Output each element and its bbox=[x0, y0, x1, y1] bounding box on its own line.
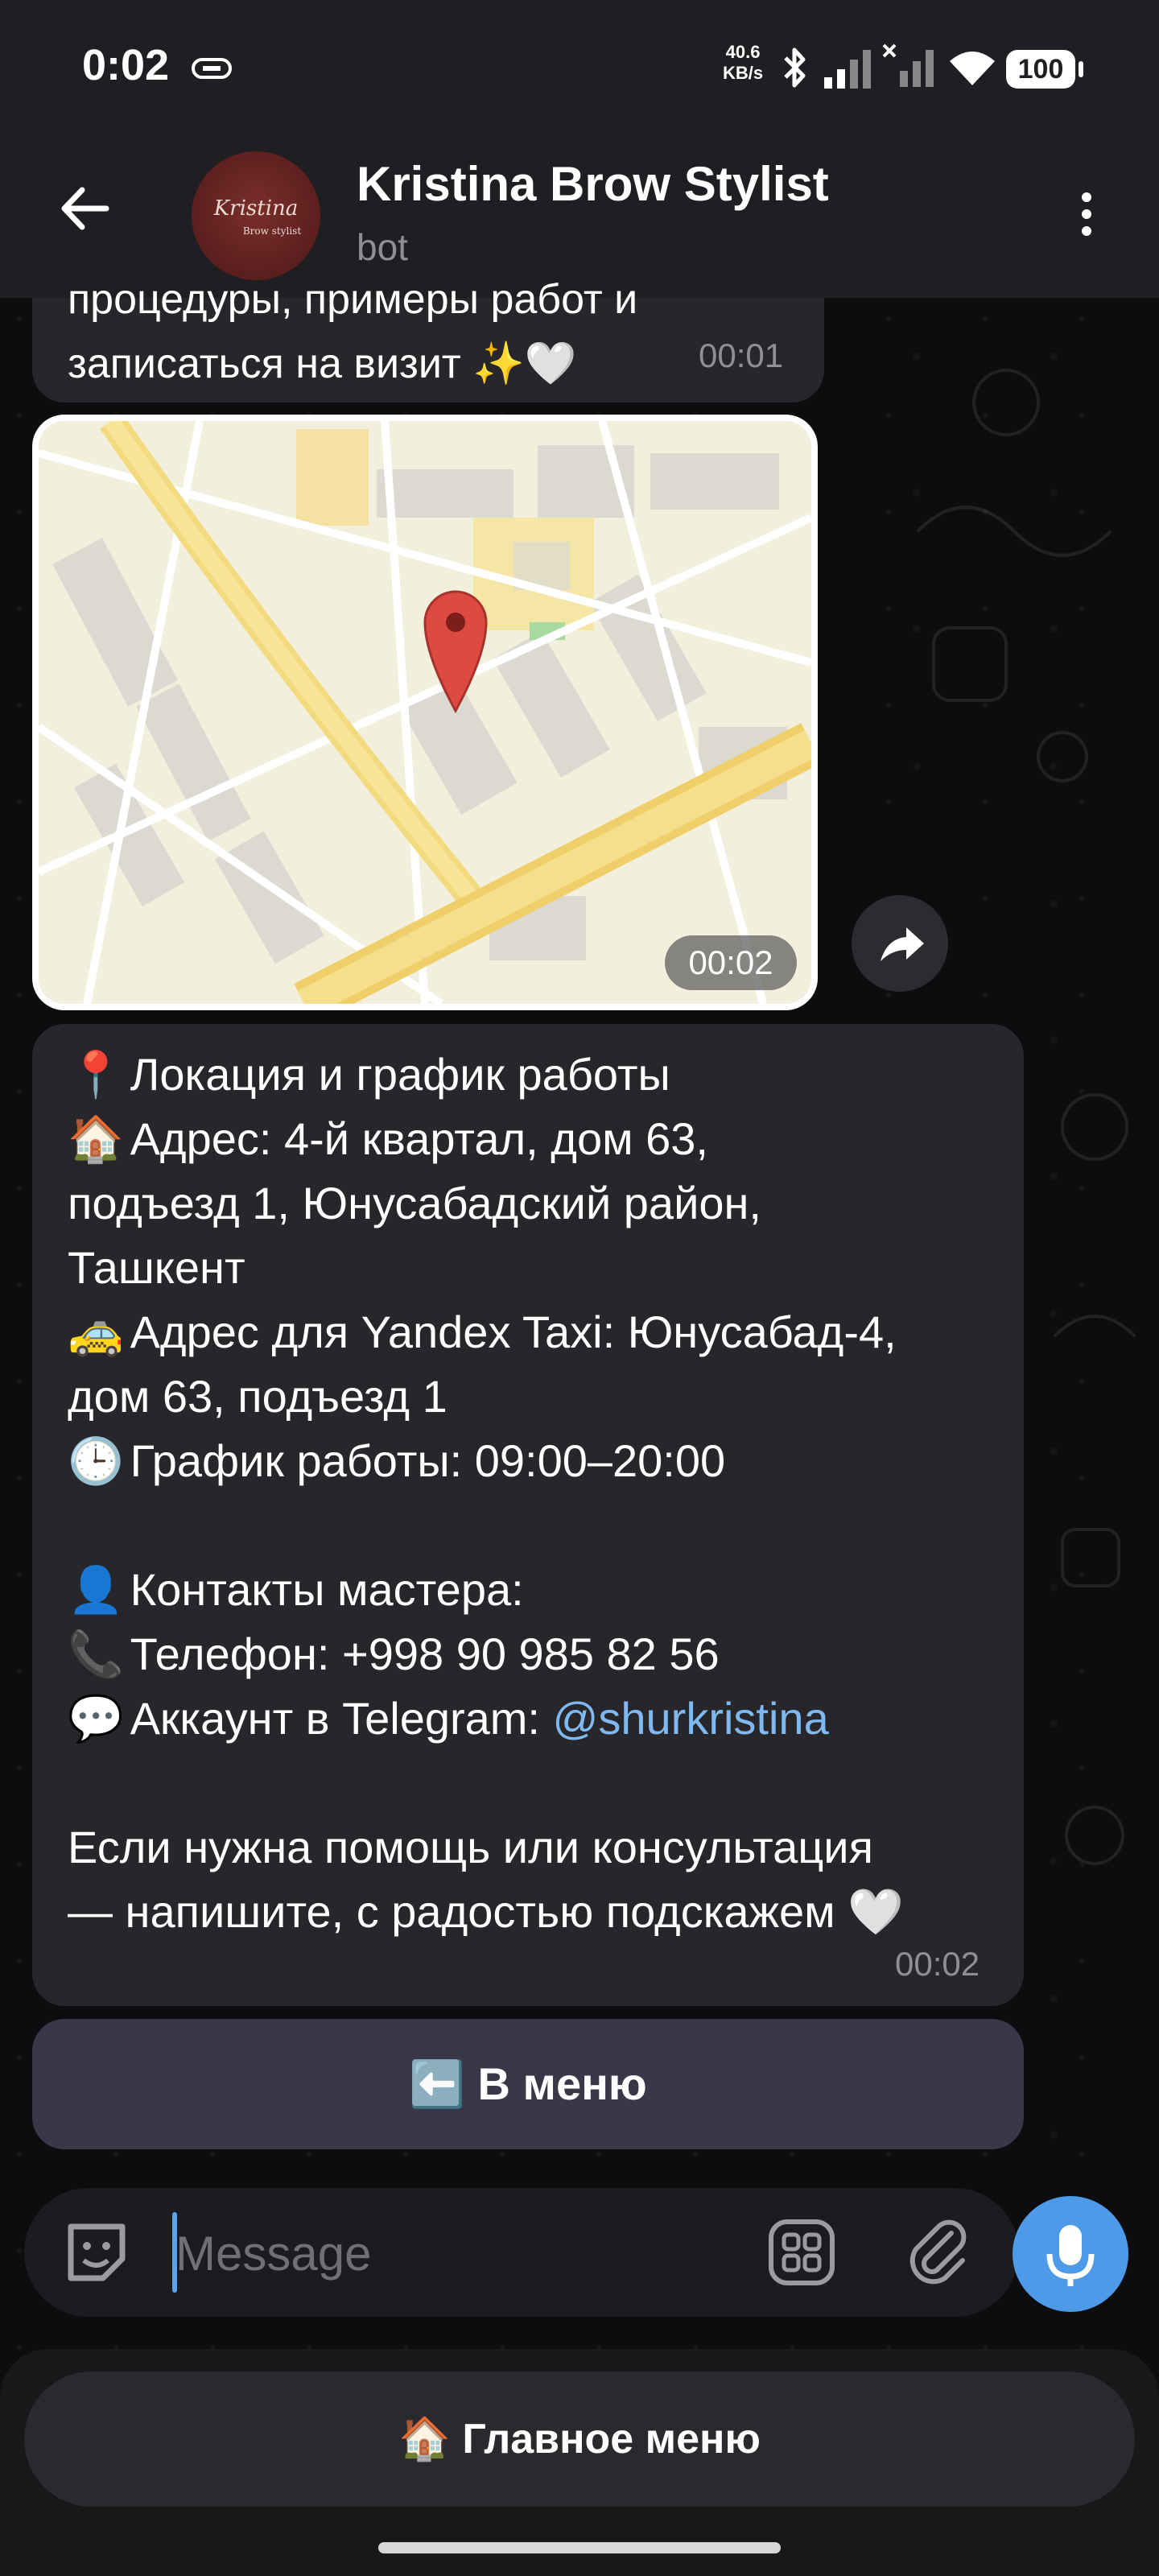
telegram-link[interactable]: @shurkristina bbox=[553, 1693, 829, 1744]
text-cursor bbox=[172, 2212, 177, 2293]
signal-2-icon bbox=[882, 43, 934, 87]
message-input[interactable] bbox=[174, 2212, 740, 2294]
reply-keyboard: 🏠 Главное меню bbox=[0, 2349, 1159, 2576]
avatar[interactable]: Kristina Brow stylist bbox=[192, 151, 320, 280]
message-line: 👤 Контакты мастера: bbox=[68, 1564, 524, 1616]
menu-kebab-icon[interactable] bbox=[1070, 185, 1103, 250]
message-line: — напишите, с радостью подскажем 🤍 bbox=[68, 1886, 904, 1937]
back-arrow-icon[interactable] bbox=[56, 180, 113, 237]
message-line: Ташкент bbox=[68, 1242, 245, 1293]
bluetooth-icon bbox=[784, 47, 806, 88]
voice-record-button[interactable] bbox=[1013, 2196, 1128, 2312]
background-doodles bbox=[916, 369, 1112, 782]
message-time: 00:01 bbox=[699, 336, 784, 374]
message-line: 🚕 Адрес для Yandex Taxi: Юнусабад-4, bbox=[68, 1307, 897, 1359]
sticker-icon[interactable] bbox=[58, 2214, 135, 2291]
chat-title[interactable]: Kristina Brow Stylist bbox=[357, 156, 829, 212]
home-indicator[interactable] bbox=[378, 2542, 781, 2553]
apps-grid-icon[interactable] bbox=[765, 2215, 839, 2289]
data-saver-icon bbox=[192, 58, 232, 79]
chat-subtitle: bot bbox=[357, 226, 408, 268]
message-line: 🏠 Адрес: 4-й квартал, дом 63, bbox=[68, 1113, 708, 1166]
share-icon bbox=[881, 927, 924, 961]
map-image bbox=[39, 421, 811, 1004]
message-line: дом 63, подъезд 1 bbox=[68, 1371, 448, 1422]
clock: 0:02 bbox=[82, 41, 170, 89]
message-bubble-previous[interactable]: процедуры, примеры работ и записаться на… bbox=[32, 276, 824, 402]
message-line: 📞 Телефон: +998 90 985 82 56 bbox=[68, 1629, 720, 1681]
back-to-menu-button[interactable]: ⬅️ В меню bbox=[32, 2019, 1024, 2149]
status-bar: 0:02 40.6 KB/s 100 bbox=[0, 0, 1159, 137]
wifi-icon bbox=[950, 52, 995, 85]
location-map[interactable] bbox=[32, 415, 818, 1010]
message-bubble-location[interactable]: 📍 Локация и график работы 🏠 Адрес: 4-й к… bbox=[32, 1024, 1024, 2006]
map-message-time: 00:02 bbox=[665, 935, 797, 990]
message-line: Если нужна помощь или консультация bbox=[68, 1822, 873, 1872]
attach-icon[interactable] bbox=[901, 2215, 975, 2289]
main-menu-button[interactable]: 🏠 Главное меню bbox=[24, 2372, 1135, 2507]
background-doodles-right bbox=[1053, 1093, 1136, 1865]
message-line: 💬 Аккаунт в Telegram: @shurkristina bbox=[68, 1693, 829, 1745]
message-line: подъезд 1, Юнусабадский район, bbox=[68, 1178, 761, 1228]
mic-icon bbox=[1046, 2225, 1095, 2286]
share-button[interactable] bbox=[852, 895, 948, 992]
message-line: 📍 Локация и график работы bbox=[68, 1049, 670, 1101]
signal-icon bbox=[824, 50, 871, 89]
network-speed: 40.6 KB/s bbox=[723, 42, 764, 83]
message-text: процедуры, примеры работ и записаться на… bbox=[68, 276, 638, 387]
message-line: 🕒 График работы: 09:00–20:00 bbox=[68, 1435, 726, 1488]
battery-indicator: 100 bbox=[1006, 50, 1083, 89]
message-time: 00:02 bbox=[895, 1945, 980, 1983]
